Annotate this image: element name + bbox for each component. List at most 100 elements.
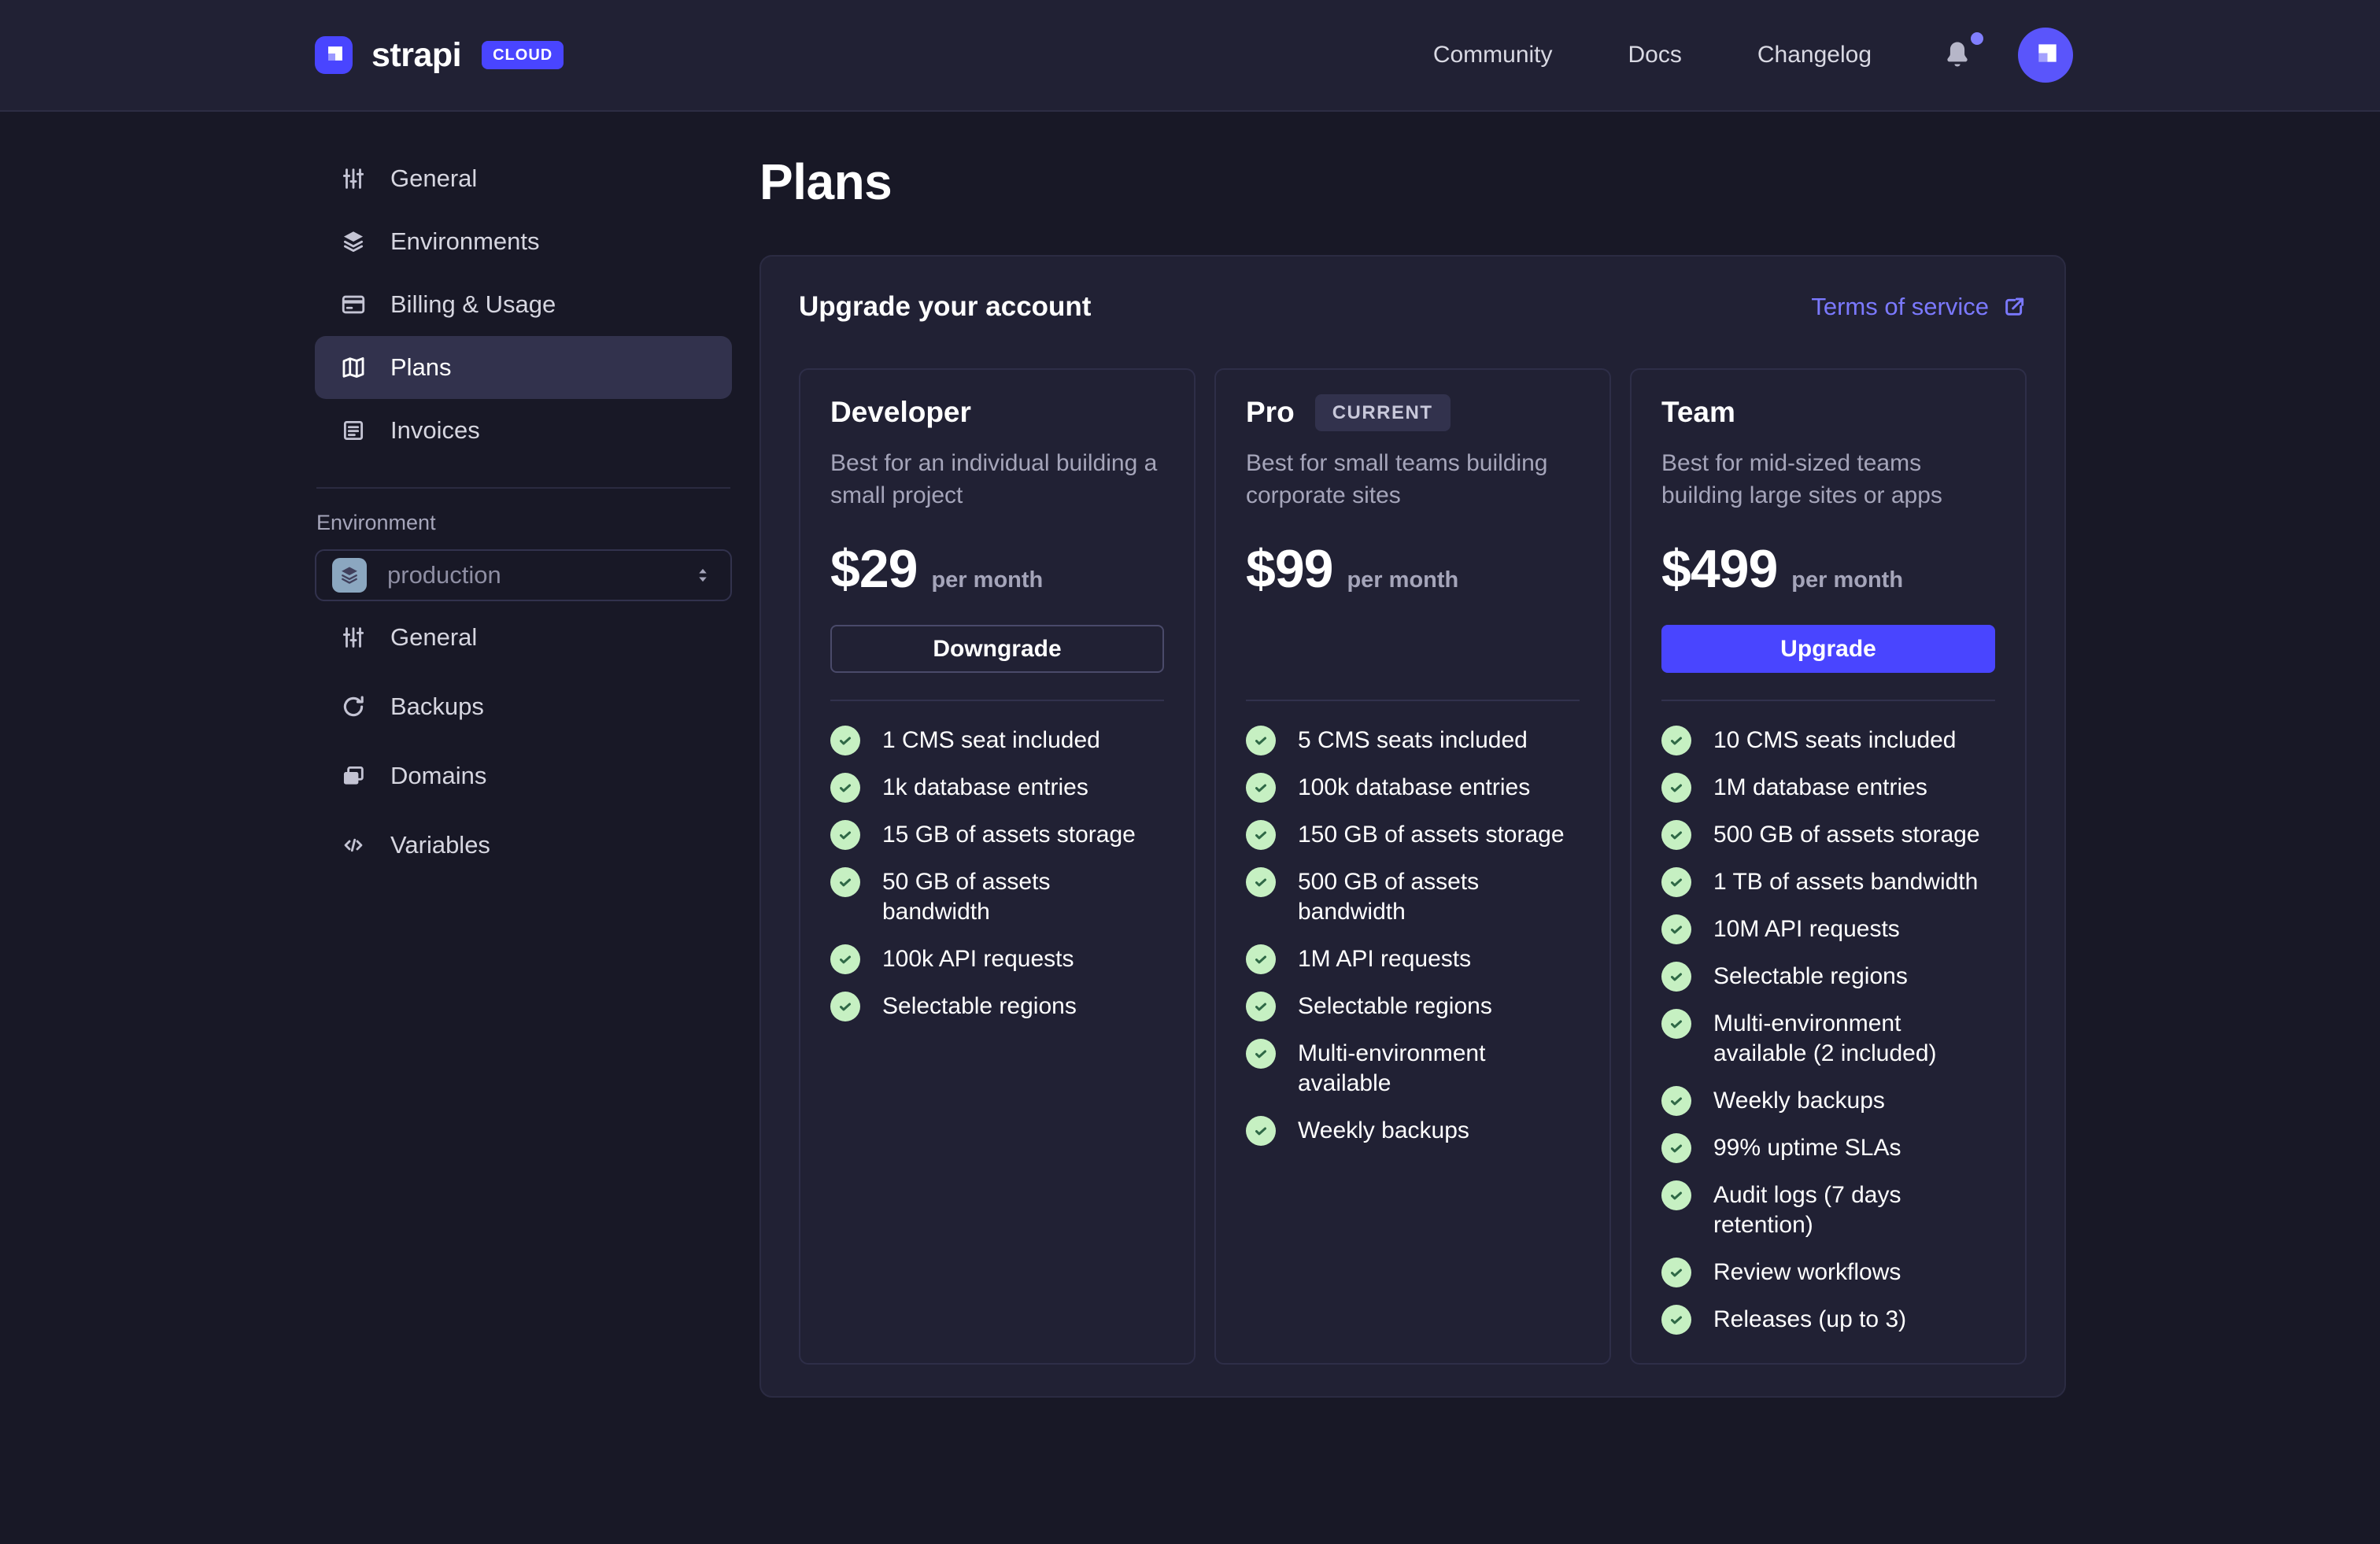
- plan-feature: 10M API requests: [1661, 914, 1995, 944]
- sidebar-item-backups[interactable]: Backups: [315, 675, 732, 738]
- plan-feature-label: Selectable regions: [1713, 963, 1908, 989]
- layers-icon: [340, 228, 367, 255]
- current-plan-badge: CURRENT: [1314, 393, 1451, 431]
- plan-feature-label: 100k database entries: [1298, 774, 1531, 800]
- strapi-logo-icon: [315, 36, 353, 74]
- plan-feature-label: 5 CMS seats included: [1298, 727, 1528, 753]
- sidebar-item-plans[interactable]: Plans: [315, 336, 732, 399]
- sidebar: General Environments Billing & Usage Plans I…: [315, 112, 732, 877]
- environment-select[interactable]: production: [315, 549, 732, 601]
- plan-feature-label: Selectable regions: [882, 993, 1077, 1019]
- main-content: Plans Upgrade your account Terms of serv…: [759, 112, 2066, 1398]
- check-icon: [1661, 1086, 1691, 1116]
- plan-feature-label: 500 GB of assets bandwidth: [1298, 869, 1480, 925]
- sidebar-item-invoices[interactable]: Invoices: [315, 399, 732, 462]
- sidebar-item-domains[interactable]: Domains: [315, 744, 732, 807]
- check-icon: [1246, 944, 1276, 974]
- header-link-community[interactable]: Community: [1433, 42, 1553, 68]
- plan-feature: 500 GB of assets storage: [1661, 820, 1995, 850]
- plan-cta-area: Upgrade: [1661, 625, 1995, 673]
- check-icon: [830, 944, 860, 974]
- plan-cards: Developer Best for an individual building…: [799, 368, 2027, 1365]
- project-nav: General Environments Billing & Usage Plans I…: [315, 147, 732, 462]
- plan-feature: 150 GB of assets storage: [1246, 820, 1580, 850]
- panel-header: Upgrade your account Terms of service: [799, 288, 2027, 326]
- avatar[interactable]: [2018, 28, 2073, 83]
- plan-name: Developer: [830, 396, 971, 428]
- plan-feature: Weekly backups: [1246, 1116, 1580, 1146]
- plan-cta-area: Downgrade: [830, 625, 1164, 673]
- sidebar-divider: [316, 487, 730, 489]
- check-icon: [1661, 1305, 1691, 1335]
- plan-description: Best for an individual building a small …: [830, 450, 1158, 508]
- plan-card-team: Team Best for mid-sized teams building la…: [1630, 368, 2027, 1365]
- plan-feature: 1 CMS seat included: [830, 726, 1164, 755]
- check-icon: [830, 867, 860, 897]
- plan-feature-label: 150 GB of assets storage: [1298, 822, 1565, 848]
- plan-feature: 99% uptime SLAs: [1661, 1133, 1995, 1163]
- plan-feature: 1 TB of assets bandwidth: [1661, 867, 1995, 897]
- downgrade-button[interactable]: Downgrade: [830, 625, 1164, 673]
- check-icon: [830, 992, 860, 1021]
- plan-feature: 1k database entries: [830, 773, 1164, 803]
- plan-feature-label: Weekly backups: [1713, 1088, 1885, 1114]
- sidebar-item-variables[interactable]: Variables: [315, 814, 732, 877]
- terms-of-service-link[interactable]: Terms of service: [1811, 293, 2027, 321]
- check-icon: [830, 820, 860, 850]
- plan-card-developer: Developer Best for an individual building…: [799, 368, 1196, 1365]
- plan-name: Pro: [1246, 396, 1295, 428]
- check-icon: [1661, 820, 1691, 850]
- plan-card-divider: [1246, 700, 1580, 701]
- chevron-up-down-icon: [691, 563, 715, 587]
- plan-card-header: Developer: [830, 396, 1164, 428]
- plan-description: Best for mid-sized teams building large …: [1661, 450, 1942, 508]
- plan-feature-label: 500 GB of assets storage: [1713, 822, 1980, 848]
- plan-price: $29: [830, 539, 918, 599]
- code-icon: [340, 832, 367, 859]
- sidebar-item-label: Invoices: [390, 416, 480, 444]
- plan-feature-label: 99% uptime SLAs: [1713, 1135, 1901, 1161]
- brand-name: strapi: [371, 35, 462, 74]
- plan-feature-label: 1 CMS seat included: [882, 727, 1100, 753]
- plan-feature: 100k API requests: [830, 944, 1164, 974]
- sidebar-item-label: Backups: [390, 693, 484, 720]
- layers-icon: [332, 558, 367, 593]
- check-icon: [1661, 1258, 1691, 1287]
- sidebar-item-environments[interactable]: Environments: [315, 210, 732, 273]
- sidebar-item-general[interactable]: General: [315, 147, 732, 210]
- upgrade-button[interactable]: Upgrade: [1661, 625, 1995, 673]
- plan-feature: Multi-environment available: [1246, 1039, 1580, 1099]
- header-link-changelog[interactable]: Changelog: [1757, 42, 1872, 68]
- sidebar-item-general[interactable]: General: [315, 606, 732, 669]
- plan-feature-label: 100k API requests: [882, 946, 1074, 972]
- plan-feature: Selectable regions: [830, 992, 1164, 1021]
- plan-feature-list: 10 CMS seats included 1M database entries…: [1661, 726, 1995, 1335]
- plan-feature-label: Multi-environment available: [1298, 1040, 1486, 1096]
- sidebar-item-billing-and-usage[interactable]: Billing & Usage: [315, 273, 732, 336]
- check-icon: [1246, 1039, 1276, 1069]
- plan-feature-label: 10M API requests: [1713, 916, 1900, 942]
- plan-price-row: $99 per month: [1246, 538, 1580, 600]
- plan-card-divider: [1661, 700, 1995, 701]
- bell-icon[interactable]: [1941, 32, 1983, 73]
- sidebar-item-label: General: [390, 164, 478, 192]
- check-icon: [1661, 962, 1691, 992]
- plan-feature: Audit logs (7 days retention): [1661, 1180, 1995, 1240]
- credit-card-icon: [340, 291, 367, 318]
- environment-select-value: production: [387, 561, 501, 589]
- plan-feature: 15 GB of assets storage: [830, 820, 1164, 850]
- plan-description: Best for small teams building corporate …: [1246, 450, 1548, 508]
- plan-price: $499: [1661, 539, 1778, 599]
- plan-feature-list: 1 CMS seat included 1k database entries 15…: [830, 726, 1164, 1021]
- plan-feature: Releases (up to 3): [1661, 1305, 1995, 1335]
- plan-card-pro: Pro CURRENT Best for small teams building …: [1214, 368, 1611, 1365]
- refresh-icon: [340, 693, 367, 720]
- brand[interactable]: strapi CLOUD: [315, 36, 564, 75]
- external-link-icon: [2001, 294, 2027, 320]
- header-link-docs[interactable]: Docs: [1628, 42, 1682, 68]
- check-icon: [1246, 726, 1276, 755]
- plan-card-divider: [830, 700, 1164, 701]
- check-icon: [1246, 867, 1276, 897]
- sidebar-item-label: Environments: [390, 227, 540, 255]
- plan-feature-label: 1 TB of assets bandwidth: [1713, 869, 1979, 895]
